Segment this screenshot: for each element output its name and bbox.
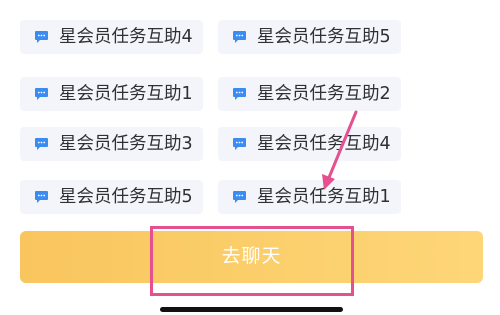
task-chip-label: 星会员任务互助4 [257, 134, 391, 154]
task-chip[interactable]: 星会员任务互助5 [20, 180, 203, 214]
task-chip-label: 星会员任务互助1 [257, 187, 391, 207]
task-chip-label: 星会员任务互助3 [59, 134, 193, 154]
go-chat-button-label: 去聊天 [221, 246, 282, 267]
task-chip-label: 星会员任务互助2 [257, 84, 391, 104]
chat-bubble-icon [34, 137, 49, 151]
task-chip[interactable]: 星会员任务互助4 [218, 127, 401, 161]
task-chip[interactable]: 星会员任务互助3 [20, 127, 203, 161]
task-chip[interactable]: 星会员任务互助1 [218, 180, 401, 214]
task-chip-label: 星会员任务互助5 [257, 27, 391, 47]
task-chip-label: 星会员任务互助5 [59, 187, 193, 207]
chat-bubble-icon [232, 30, 247, 44]
task-chip[interactable]: 星会员任务互助1 [20, 77, 203, 111]
chat-bubble-icon [232, 137, 247, 151]
task-chip-label: 星会员任务互助4 [59, 27, 193, 47]
task-chip[interactable]: 星会员任务互助4 [20, 20, 203, 54]
task-chip[interactable]: 星会员任务互助2 [218, 77, 401, 111]
chat-bubble-icon [34, 190, 49, 204]
home-indicator [160, 307, 343, 312]
chat-bubble-icon [232, 190, 247, 204]
chat-bubble-icon [34, 87, 49, 101]
task-chip[interactable]: 星会员任务互助5 [218, 20, 401, 54]
chat-bubble-icon [232, 87, 247, 101]
chat-bubble-icon [34, 30, 49, 44]
task-chip-label: 星会员任务互助1 [59, 84, 193, 104]
go-chat-button[interactable]: 去聊天 [20, 231, 483, 283]
